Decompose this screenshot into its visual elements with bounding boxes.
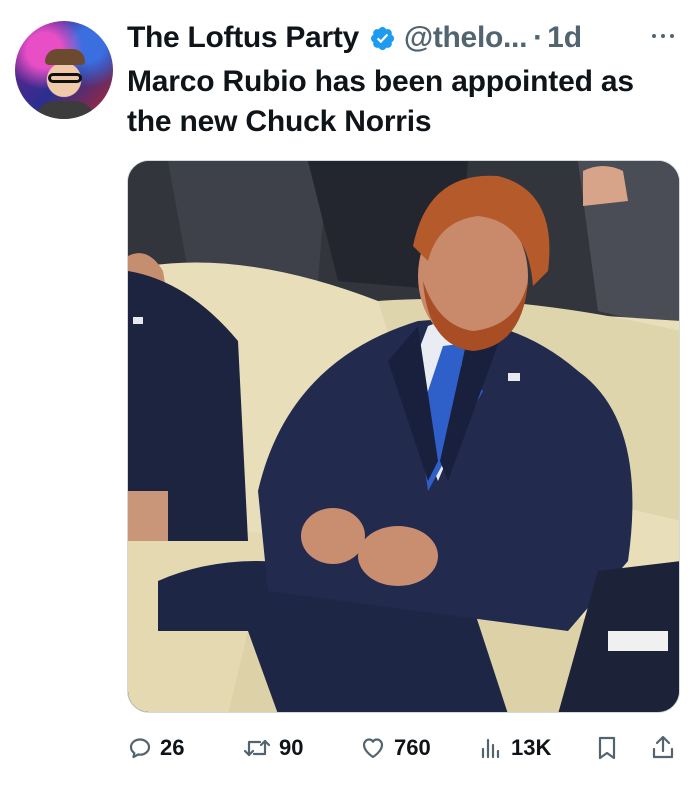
post-header: The Loftus Party @thelo... · 1d xyxy=(127,18,582,58)
reply-button[interactable]: 26 xyxy=(128,728,184,768)
views-button[interactable]: 13K xyxy=(479,728,551,768)
avatar-glasses xyxy=(48,73,82,83)
bookmark-icon xyxy=(596,735,618,761)
post-action-bar: 26 90 760 13K xyxy=(0,728,696,768)
repost-button[interactable]: 90 xyxy=(243,728,303,768)
post-timestamp[interactable]: 1d xyxy=(547,21,582,55)
separator-dot: · xyxy=(533,21,544,54)
heart-icon xyxy=(360,736,386,760)
author-display-name[interactable]: The Loftus Party xyxy=(127,21,359,55)
verified-badge-icon xyxy=(369,25,396,52)
bar-chart-icon xyxy=(479,736,503,760)
ellipsis-icon[interactable] xyxy=(648,26,678,46)
author-avatar[interactable] xyxy=(15,21,113,119)
speech-bubble-icon xyxy=(128,736,152,760)
avatar-hair xyxy=(45,49,85,65)
post-text: Marco Rubio has been appointed as the ne… xyxy=(127,65,634,138)
post-card[interactable]: The Loftus Party @thelo... · 1d Marco Ru… xyxy=(0,0,696,800)
photo-illustration xyxy=(128,161,679,712)
reply-count: 26 xyxy=(160,735,185,760)
share-button[interactable] xyxy=(651,728,675,768)
avatar-shirt xyxy=(35,101,95,119)
repost-arrows-icon xyxy=(243,736,271,760)
author-handle[interactable]: @thelo... xyxy=(404,21,528,55)
bookmark-button[interactable] xyxy=(596,728,618,768)
like-count: 760 xyxy=(394,735,431,760)
post-image[interactable] xyxy=(127,160,680,713)
repost-count: 90 xyxy=(279,735,304,760)
like-button[interactable]: 760 xyxy=(360,728,431,768)
view-count: 13K xyxy=(511,735,552,760)
share-upload-icon xyxy=(651,735,675,761)
